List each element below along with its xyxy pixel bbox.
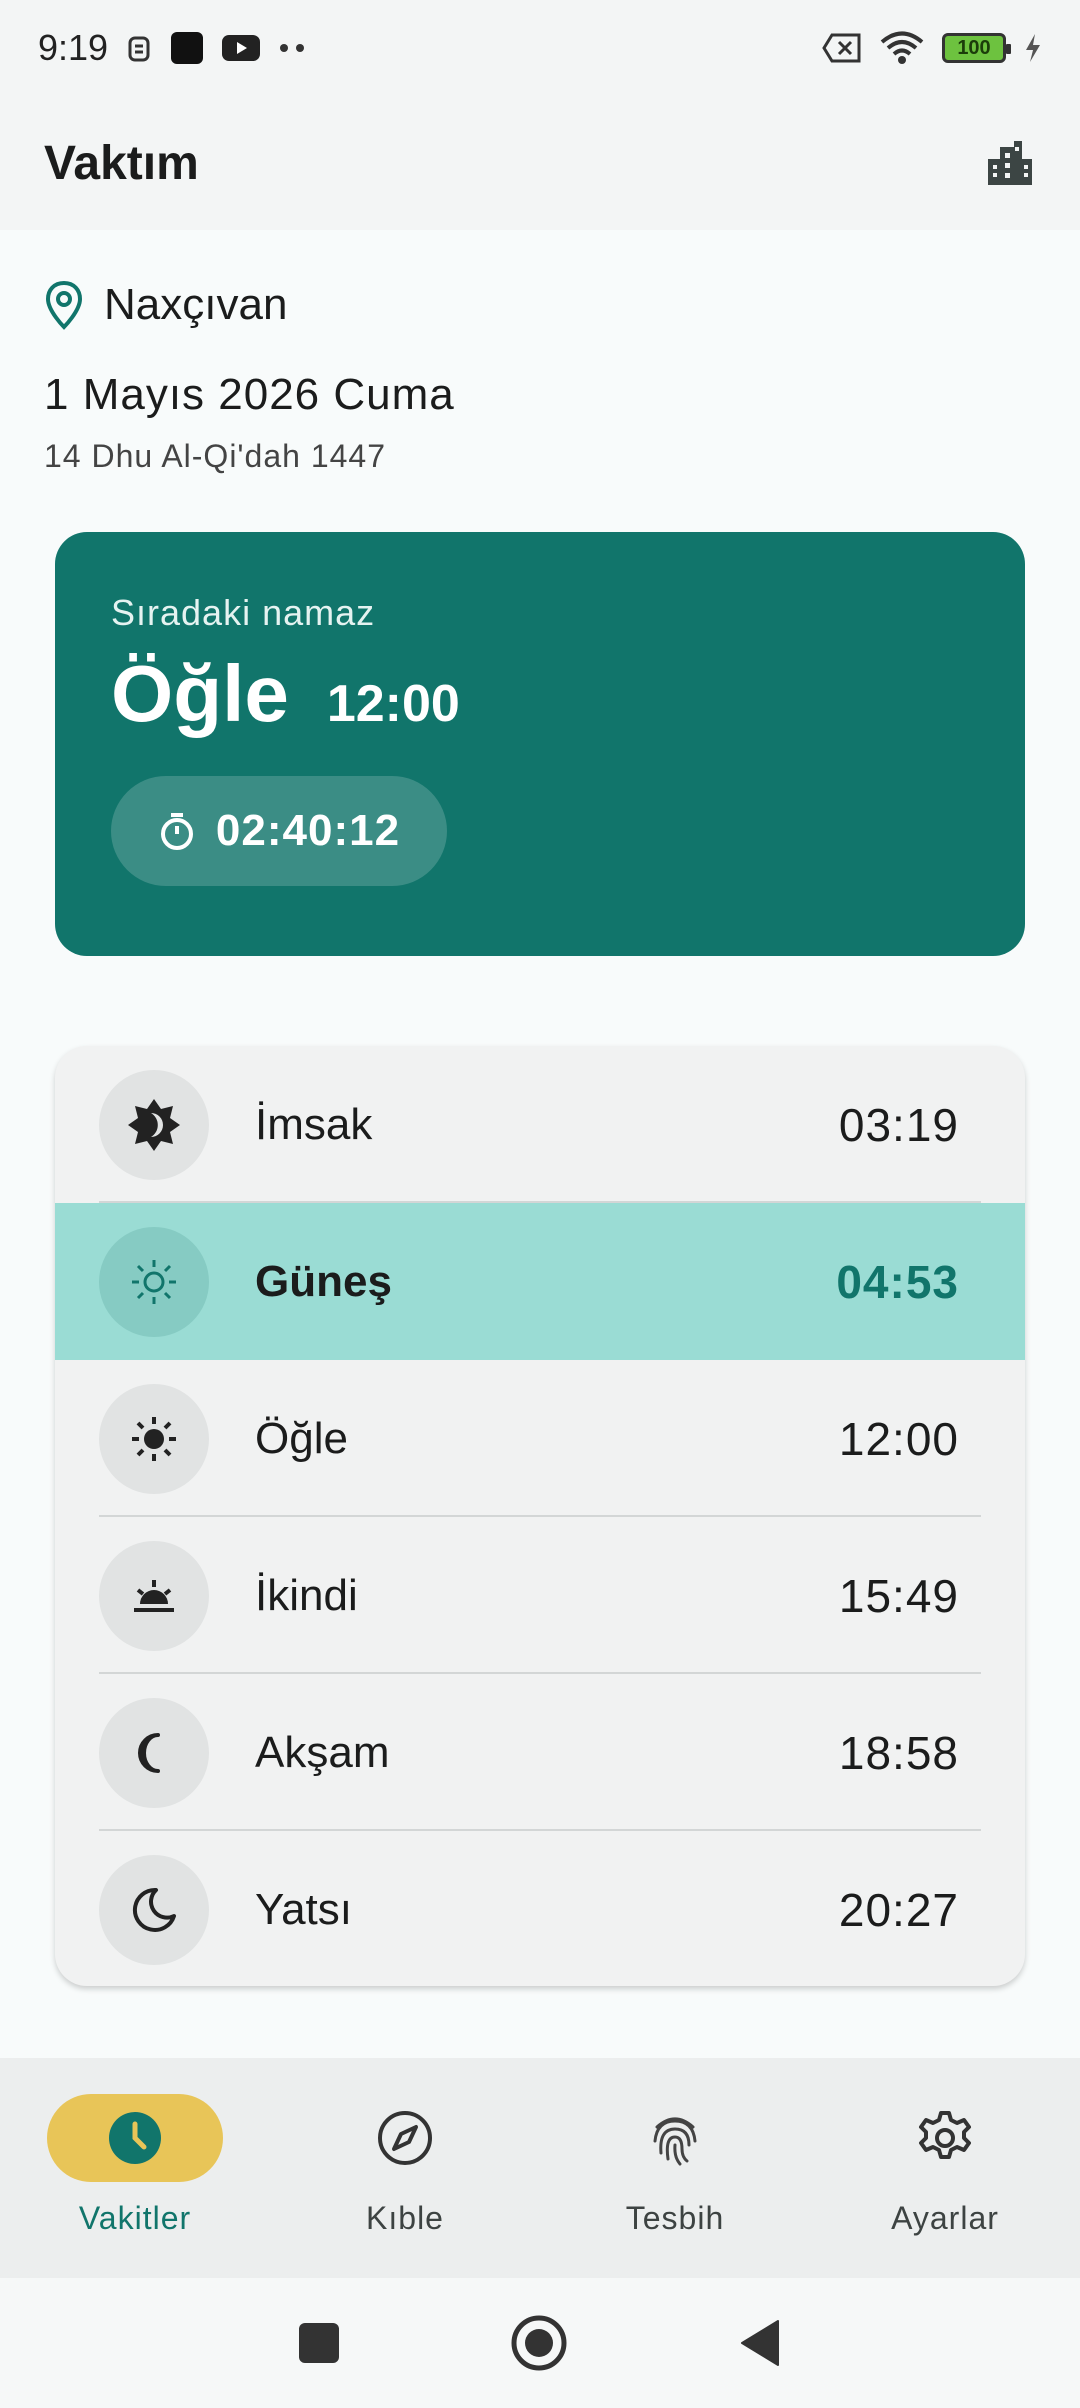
hijri-date: 14 Dhu Al-Qi'dah 1447 [44,438,386,474]
sun-filled-icon [99,1383,209,1494]
prayer-name: İkindi [255,1570,358,1620]
notification-icon [126,32,152,64]
bottom-navigation: Vakitler Kıble Tesbih Ayarlar [0,2058,1080,2278]
system-navigation [0,2278,1080,2408]
nav-label: Kıble [366,2200,444,2236]
nav-item-kible[interactable]: Kıble [270,2058,540,2278]
nav-label: Tesbih [625,2200,725,2236]
prayer-row-ogle[interactable]: Öğle 12:00 [55,1360,1025,1517]
location-pin-icon [44,280,84,330]
sun-outline-icon [99,1226,209,1337]
next-prayer-name: Öğle [111,649,289,738]
nav-label: Vakitler [78,2200,192,2236]
prayer-name: Yatsı [255,1884,353,1934]
prayer-time: 12:00 [838,1412,959,1465]
prayer-row-yatsi[interactable]: Yatsı 20:27 [55,1831,1025,1986]
prayer-time: 18:58 [838,1726,959,1779]
prayer-time: 04:53 [836,1255,959,1308]
prayer-row-ikindi[interactable]: İkindi 15:49 [55,1517,1025,1674]
status-bar: 9:19 100 [0,0,1080,96]
next-prayer-row: Öğle 12:00 [111,648,969,740]
prayer-times-card: İmsak 03:19 Güneş 04:53 Öğle 12:00 İkind… [55,1046,1025,1986]
back-button-icon[interactable] [738,2319,782,2367]
battery-icon: 100 [942,33,1011,63]
next-prayer-time: 12:00 [326,675,460,733]
nav-label: Ayarlar [891,2200,999,2236]
main-content: Naxçıvan 1 Mayıs 2026 Cuma 14 Dhu Al-Qi'… [0,230,1080,2058]
nav-pill [47,2094,223,2182]
nav-pill [587,2094,763,2182]
sunset-icon [99,1540,209,1651]
crescent-outline-icon [99,1697,209,1808]
gear-icon [916,2109,974,2167]
wifi-icon [880,31,924,65]
prayer-time: 20:27 [838,1883,959,1936]
black-square-icon [170,31,204,65]
nav-item-vakitler[interactable]: Vakitler [0,2058,270,2278]
nav-pill [317,2094,493,2182]
prayer-row-gunes[interactable]: Güneş 04:53 [55,1203,1025,1360]
gregorian-date: 1 Mayıs 2026 Cuma [44,370,455,419]
moon-icon [99,1854,209,1965]
timer-icon [158,811,196,851]
compass-icon [376,2109,434,2167]
status-time: 9:19 [38,27,109,68]
charging-icon [1024,33,1042,63]
countdown-text: 02:40:12 [215,806,401,855]
prayer-name: Akşam [255,1727,390,1777]
nav-item-tesbih[interactable]: Tesbih [540,2058,810,2278]
brightness-dark-icon [99,1069,209,1180]
prayer-time: 03:19 [838,1098,959,1151]
app-title: Vaktım [44,136,199,190]
nav-pill [857,2094,1033,2182]
location-row[interactable]: Naxçıvan [44,280,287,330]
prayer-name: Öğle [255,1413,348,1463]
clock-icon [107,2110,163,2166]
location-name: Naxçıvan [104,280,288,329]
prayer-name: Güneş [255,1256,392,1306]
youtube-icon [222,33,261,63]
home-button-icon[interactable] [510,2314,568,2372]
next-prayer-card: Sıradaki namaz Öğle 12:00 02:40:12 [55,532,1025,956]
recents-button-icon[interactable] [298,2322,340,2364]
status-right: 100 [822,31,1042,65]
nav-item-ayarlar[interactable]: Ayarlar [810,2058,1080,2278]
prayer-row-aksam[interactable]: Akşam 18:58 [55,1674,1025,1831]
prayer-name: İmsak [255,1099,373,1149]
next-prayer-label: Sıradaki namaz [111,592,376,633]
prayer-row-imsak[interactable]: İmsak 03:19 [55,1046,1025,1203]
fingerprint-icon [647,2109,703,2167]
city-icon[interactable] [984,137,1036,189]
countdown-pill: 02:40:12 [111,776,447,886]
app-bar: Vaktım [0,96,1080,230]
more-dots-icon [278,43,308,53]
prayer-time: 15:49 [838,1569,959,1622]
sim-off-icon [822,33,862,63]
status-left: 9:19 [38,27,308,69]
